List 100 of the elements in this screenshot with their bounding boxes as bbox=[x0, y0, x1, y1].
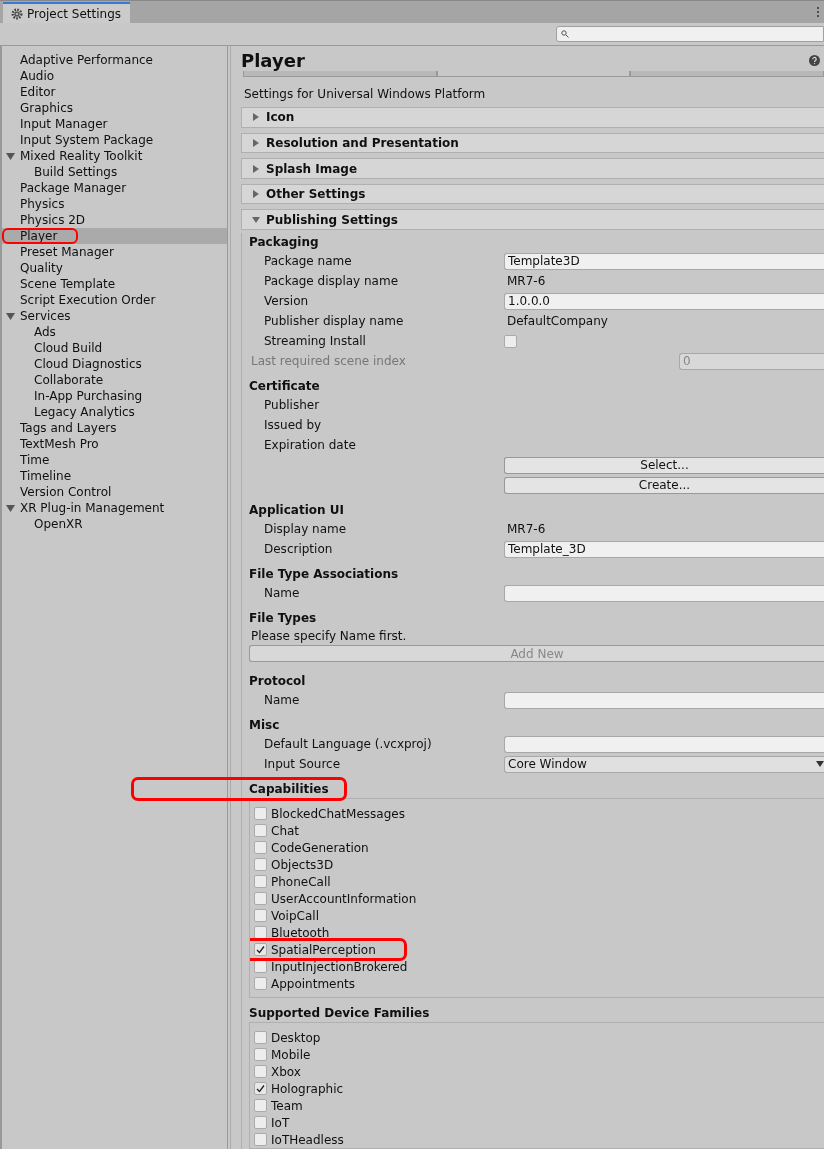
settings-category[interactable]: Mixed Reality Toolkit bbox=[2, 148, 227, 164]
checkbox[interactable] bbox=[254, 807, 267, 820]
section-heading: Certificate bbox=[249, 378, 321, 395]
checkbox[interactable] bbox=[254, 824, 267, 837]
expanded-arrow-icon[interactable] bbox=[252, 215, 260, 224]
text-field[interactable] bbox=[504, 584, 824, 602]
field-label: Issued by bbox=[263, 418, 323, 432]
checkmark-icon bbox=[256, 945, 265, 954]
dropdown[interactable]: Core Window bbox=[504, 755, 824, 773]
settings-category[interactable]: Player bbox=[2, 228, 227, 244]
checkbox[interactable] bbox=[254, 875, 267, 888]
text-field[interactable]: Template_3D bbox=[504, 540, 824, 558]
settings-category[interactable]: Cloud Build bbox=[2, 340, 227, 356]
settings-category[interactable]: OpenXR bbox=[2, 516, 227, 532]
action-button[interactable]: Select... bbox=[504, 456, 824, 474]
settings-category[interactable]: Graphics bbox=[2, 100, 227, 116]
action-button[interactable]: Create... bbox=[504, 476, 824, 494]
settings-category[interactable]: Version Control bbox=[2, 484, 227, 500]
checkbox[interactable] bbox=[504, 334, 517, 348]
text-field[interactable]: Template3D bbox=[504, 252, 824, 270]
foldout-header[interactable]: Other Settings bbox=[241, 183, 824, 205]
checkbox[interactable] bbox=[254, 1133, 267, 1146]
field-label: Last required scene index bbox=[250, 354, 407, 368]
settings-category[interactable]: Scene Template bbox=[2, 276, 227, 292]
checkbox-label: VoipCall bbox=[271, 908, 319, 923]
settings-category[interactable]: Ads bbox=[2, 324, 227, 340]
text-field[interactable] bbox=[504, 691, 824, 709]
settings-category[interactable]: Tags and Layers bbox=[2, 420, 227, 436]
checkbox[interactable] bbox=[254, 892, 267, 905]
settings-category[interactable]: Collaborate bbox=[2, 372, 227, 388]
collapsed-arrow-icon[interactable] bbox=[252, 164, 260, 173]
settings-category[interactable]: XR Plug-in Management bbox=[2, 500, 227, 516]
field-label: Name bbox=[263, 693, 301, 707]
checkbox[interactable] bbox=[254, 977, 267, 990]
settings-category[interactable]: Services bbox=[2, 308, 227, 324]
checkbox[interactable] bbox=[254, 1082, 267, 1095]
checkbox[interactable] bbox=[254, 841, 267, 854]
checkbox-label: Holographic bbox=[271, 1081, 344, 1096]
settings-category[interactable]: Script Execution Order bbox=[2, 292, 227, 308]
field-label: Expiration date bbox=[263, 438, 357, 452]
collapsed-arrow-icon[interactable] bbox=[252, 190, 260, 199]
expanded-arrow-icon[interactable] bbox=[6, 151, 15, 161]
foldout-header[interactable]: Resolution and Presentation bbox=[241, 132, 824, 154]
collapsed-arrow-icon[interactable] bbox=[252, 113, 260, 122]
search-icon bbox=[561, 30, 569, 38]
settings-category[interactable]: Quality bbox=[2, 260, 227, 276]
checkbox[interactable] bbox=[254, 1099, 267, 1112]
field-label: Display name bbox=[263, 522, 348, 536]
field-label: Publisher bbox=[263, 398, 321, 412]
foldout-header[interactable]: Splash Image bbox=[241, 158, 824, 179]
text-field[interactable]: 1.0.0.0 bbox=[504, 292, 824, 310]
panel-title: Player bbox=[241, 50, 305, 71]
field-label: Package name bbox=[263, 254, 353, 268]
checkbox-label: Appointments bbox=[271, 976, 356, 991]
checkbox[interactable] bbox=[254, 858, 267, 871]
field-label: Package display name bbox=[263, 274, 399, 288]
help-icon[interactable] bbox=[809, 55, 820, 66]
foldout-header[interactable]: Icon bbox=[241, 107, 824, 128]
settings-category[interactable]: Input System Package bbox=[2, 132, 227, 148]
checkbox[interactable] bbox=[254, 1116, 267, 1129]
platform-tab[interactable] bbox=[436, 71, 631, 78]
settings-category[interactable]: Preset Manager bbox=[2, 244, 227, 260]
collapsed-arrow-icon[interactable] bbox=[252, 139, 260, 148]
text-field[interactable] bbox=[504, 735, 824, 753]
section-heading: Capabilities bbox=[134, 780, 344, 798]
checkbox-label: Desktop bbox=[271, 1030, 321, 1045]
settings-category[interactable]: Package Manager bbox=[2, 180, 227, 196]
platform-tab[interactable] bbox=[630, 71, 824, 78]
field-label: Version bbox=[263, 294, 310, 308]
settings-category[interactable]: Input Manager bbox=[2, 116, 227, 132]
settings-category[interactable]: Audio bbox=[2, 68, 227, 84]
checkbox-label: Team bbox=[271, 1098, 303, 1113]
section-heading: Misc bbox=[249, 717, 281, 734]
checkbox-label: Xbox bbox=[271, 1064, 301, 1079]
checkbox-label: InputInjectionBrokered bbox=[271, 959, 408, 974]
more-options-icon[interactable] bbox=[816, 6, 820, 18]
window-tab[interactable]: Project Settings bbox=[3, 2, 130, 23]
expanded-arrow-icon[interactable] bbox=[6, 311, 15, 321]
search-field[interactable] bbox=[556, 26, 824, 42]
checkbox[interactable] bbox=[254, 909, 267, 922]
settings-category[interactable]: TextMesh Pro bbox=[2, 436, 227, 452]
checkbox[interactable] bbox=[254, 1031, 267, 1044]
foldout-header[interactable]: Publishing Settings bbox=[241, 209, 824, 230]
settings-category[interactable]: In-App Purchasing bbox=[2, 388, 227, 404]
settings-category[interactable]: Physics 2D bbox=[2, 212, 227, 228]
settings-category[interactable]: Timeline bbox=[2, 468, 227, 484]
checkbox[interactable] bbox=[254, 1048, 267, 1061]
section-heading: Packaging bbox=[249, 234, 320, 251]
platform-tab[interactable] bbox=[243, 71, 437, 78]
settings-category[interactable]: Editor bbox=[2, 84, 227, 100]
settings-category[interactable]: Physics bbox=[2, 196, 227, 212]
settings-category[interactable]: Cloud Diagnostics bbox=[2, 356, 227, 372]
expanded-arrow-icon[interactable] bbox=[6, 503, 15, 513]
settings-category[interactable]: Build Settings bbox=[2, 164, 227, 180]
settings-category[interactable]: Time bbox=[2, 452, 227, 468]
settings-category[interactable]: Adaptive Performance bbox=[2, 52, 227, 68]
settings-category[interactable]: Legacy Analytics bbox=[2, 404, 227, 420]
field-value: DefaultCompany bbox=[506, 314, 609, 328]
checkbox[interactable] bbox=[254, 1065, 267, 1078]
checkbox[interactable] bbox=[254, 943, 267, 956]
